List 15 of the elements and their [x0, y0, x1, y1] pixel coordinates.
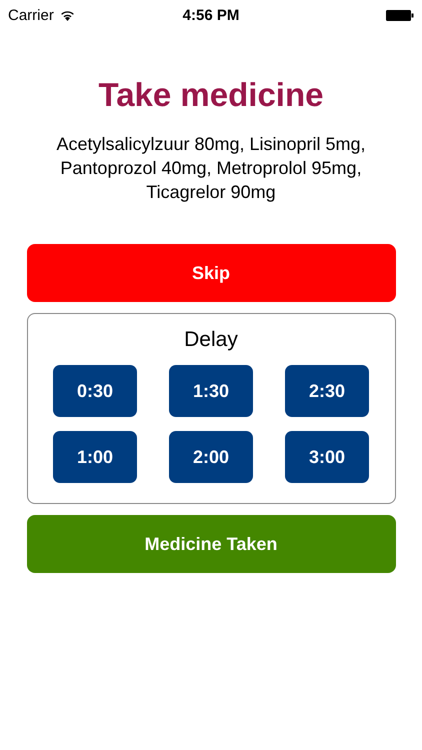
carrier-name: Carrier [8, 6, 54, 24]
battery-icon [386, 10, 414, 20]
page-title: Take medicine [98, 76, 324, 114]
delay-option[interactable]: 0:30 [53, 365, 137, 417]
delay-option[interactable]: 1:30 [169, 365, 253, 417]
delay-option[interactable]: 2:30 [285, 365, 369, 417]
delay-label: Delay [184, 328, 238, 352]
medicine-taken-button[interactable]: Medicine Taken [26, 515, 396, 573]
delay-option[interactable]: 2:00 [169, 431, 253, 483]
delay-option[interactable]: 1:00 [53, 431, 137, 483]
medicine-list: Acetylsalicylzuur 80mg, Lisinopril 5mg, Pantoprozol 40mg, Metroprolol 95mg, Ticagrelor 90mg [30, 132, 392, 204]
clock-time: 4:56 PM [182, 6, 240, 24]
skip-button[interactable]: Skip [26, 244, 396, 302]
wifi-icon [60, 10, 75, 20]
delay-option[interactable]: 3:00 [285, 431, 369, 483]
